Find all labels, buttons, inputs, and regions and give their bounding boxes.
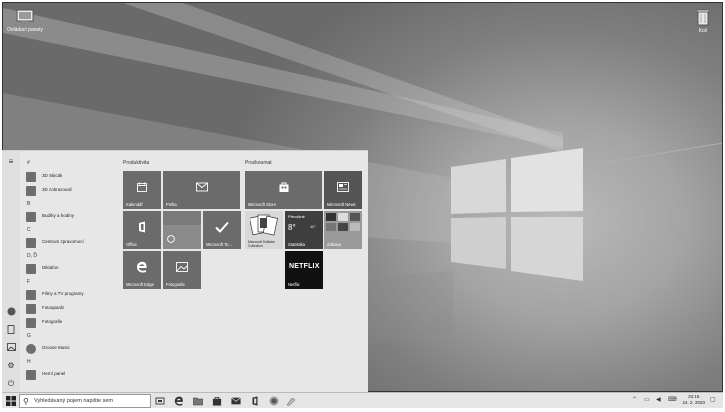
desktop-icon-label: Ovládací panely [7,27,43,33]
user-avatar-icon[interactable] [6,307,16,317]
search-icon: ⚲ [23,397,29,406]
app-item[interactable]: Filmy a TV programy [22,289,114,301]
app-item[interactable]: Budíky a hodiny [22,211,114,223]
document-icon[interactable] [6,325,16,335]
hamburger-icon[interactable]: ≡ [6,157,16,167]
store-bag-icon[interactable] [212,396,222,406]
chevron-up-icon[interactable]: ⌃ [632,397,639,404]
letter-header[interactable]: # [27,160,30,166]
calendar-icon [137,182,147,192]
group-title-explore[interactable]: Prozkoumat [245,160,272,166]
app-icon [26,186,36,196]
checkmark-icon [215,221,229,233]
power-icon[interactable]: ⏻ [6,379,16,389]
app-icon [26,344,36,354]
group-title-productivity[interactable]: Produktivita [123,160,149,166]
tile-todo[interactable]: Microsoft To... [203,211,241,249]
tile-solitaire[interactable]: Microsoft Solitaire Collection [245,211,283,249]
tile-office[interactable]: Office [123,211,161,249]
tile-store[interactable]: Microsoft Store [245,171,322,209]
photo-icon [176,262,188,272]
app-icon [26,290,36,300]
windows-start-icon[interactable] [6,396,16,406]
start-menu: ≡ ⚙ ⏻ # 3D Skicák 3D zobrazovač B Budíky… [2,150,368,393]
taskbar: ⚲ Vyhledávaný pojem napište sem ⌃ ▭ ◀ ⌨ … [2,392,723,408]
app-icon [26,370,36,380]
desktop-icon-label: Koš [698,28,708,34]
notifications-icon[interactable]: ▢ [710,397,717,404]
desktop-icon-control-panel[interactable]: Ovládací panely [5,9,45,33]
mail-icon[interactable] [231,396,241,406]
letter-header[interactable]: D, Ď [27,253,37,259]
settings-gear-icon[interactable]: ⚙ [6,361,16,371]
app-icon [26,304,36,314]
computer-icon [16,9,34,24]
news-icon [337,182,349,192]
edge-icon[interactable] [174,396,184,406]
app-item[interactable]: 3D Skicák [22,171,114,183]
skype-icon [167,235,175,243]
playing-cards-icon [250,214,278,236]
letter-header[interactable]: G [27,333,31,339]
app-icon [26,264,36,274]
recycle-bin-icon [696,9,710,26]
store-bag-icon [279,182,288,192]
weather-temp-high: 11° [310,224,316,229]
task-view-icon[interactable] [155,396,165,406]
edge-icon [137,261,147,273]
office-icon [139,221,145,233]
desktop-icon-recycle-bin[interactable]: Koš [683,9,722,34]
keyboard-layout-icon[interactable]: ⌨ [668,397,677,404]
paint-icon[interactable] [286,396,296,406]
mail-icon [195,182,208,192]
letter-header[interactable]: C [27,227,31,233]
tile-weather[interactable]: Převážně 8° 11° Statistika [285,211,323,249]
tile-calendar[interactable]: Kalendář [123,171,161,209]
letter-header[interactable]: H [27,359,31,365]
volume-icon[interactable]: ◀ [656,397,663,404]
tile-news[interactable]: Microsoft News [324,171,362,209]
netflix-logo: NETFLIX [289,263,320,270]
weather-condition: Převážně [288,214,305,219]
app-item[interactable]: Fotografie [22,317,114,329]
tile-photos[interactable]: Fotografie [163,251,201,289]
solitaire-icon[interactable] [269,396,279,406]
tile-edge[interactable]: Microsoft Edge [123,251,161,289]
tile-mail[interactable]: Pošta [163,171,240,209]
app-item[interactable]: Centrum zpravomocí [22,237,114,249]
pictures-icon[interactable] [6,343,16,353]
tile-skype[interactable] [163,211,201,249]
clock-date: 24. 2. 2020 [682,400,705,405]
search-placeholder: Vyhledávaný pojem napište sem [34,398,113,404]
network-icon[interactable]: ▭ [644,397,651,404]
app-item[interactable]: Diktafon [22,263,114,275]
app-icon [26,238,36,248]
tile-entertainment[interactable]: Zábava [324,211,362,249]
app-icon [26,172,36,182]
taskbar-search-box[interactable]: ⚲ Vyhledávaný pojem napište sem [19,394,151,408]
app-icon [26,212,36,222]
clock[interactable]: 20:15 24. 2. 2020 [682,394,705,406]
tile-netflix[interactable]: NETFLIX Netflix [285,251,323,289]
app-item[interactable]: Groove Music [22,343,114,355]
letter-header[interactable]: F [27,279,30,285]
app-item[interactable]: 3D zobrazovač [22,185,114,197]
start-rail: ≡ ⚙ ⏻ [2,151,20,393]
app-icon [26,318,36,328]
app-item[interactable]: Herní panel [22,369,114,381]
office-icon[interactable] [250,396,260,406]
app-item[interactable]: Fotoaparát [22,303,114,315]
file-explorer-icon[interactable] [193,396,203,406]
letter-header[interactable]: B [27,201,30,207]
weather-temp: 8° [288,223,296,232]
